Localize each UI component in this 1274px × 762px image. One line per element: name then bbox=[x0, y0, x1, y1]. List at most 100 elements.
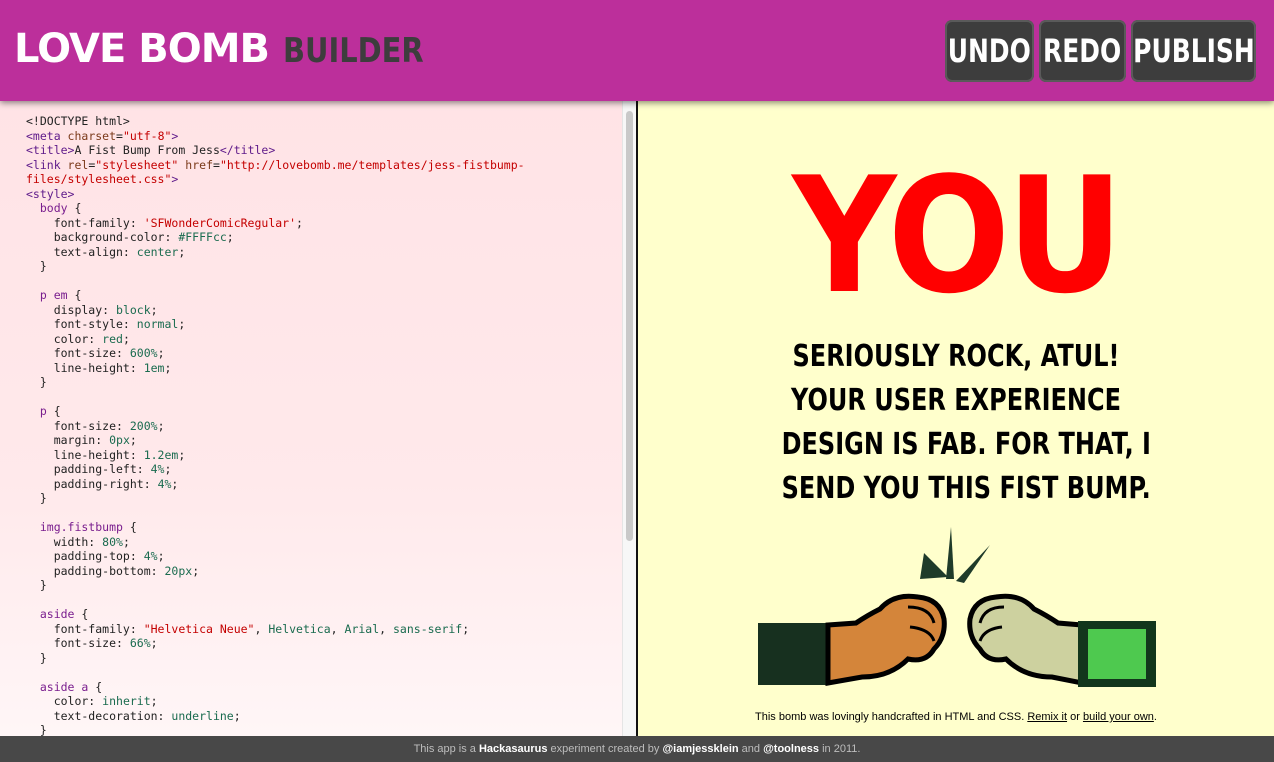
code-line[interactable]: body { bbox=[26, 201, 616, 216]
preview-headline: YOU bbox=[638, 141, 1274, 331]
code-line[interactable]: font-family: 'SFWonderComicRegular'; bbox=[26, 216, 616, 231]
code-line[interactable]: files/stylesheet.css"> bbox=[26, 172, 616, 187]
code-token: ; bbox=[171, 476, 179, 491]
code-token: <meta bbox=[26, 128, 68, 143]
code-token: = bbox=[213, 157, 220, 172]
code-line[interactable]: padding-top: 4%; bbox=[26, 549, 616, 564]
app-footer: This app is a Hackasaurus experiment cre… bbox=[0, 736, 1274, 762]
code-token: 200% bbox=[129, 418, 158, 433]
code-line[interactable] bbox=[26, 390, 616, 405]
code-line[interactable]: } bbox=[26, 259, 616, 274]
code-line[interactable]: text-decoration: underline; bbox=[26, 709, 616, 724]
code-line[interactable]: padding-right: 4%; bbox=[26, 477, 616, 492]
redo-button[interactable]: REDO bbox=[1039, 20, 1126, 82]
message-line: Seriously rock, Atul! bbox=[792, 339, 1120, 374]
code-token: } bbox=[26, 650, 47, 665]
code-token: Helvetica bbox=[268, 621, 331, 636]
code-line[interactable]: font-size: 200%; bbox=[26, 419, 616, 434]
code-line[interactable]: <title>A Fist Bump From Jess</title> bbox=[26, 143, 616, 158]
code-line[interactable] bbox=[26, 665, 616, 680]
remix-link[interactable]: Remix it bbox=[1027, 711, 1067, 723]
code-token: 1em bbox=[143, 360, 165, 375]
app-logo: LOVE BOMB BUILDER bbox=[14, 26, 448, 76]
pane-divider[interactable] bbox=[636, 101, 638, 736]
hackasaurus-link[interactable]: Hackasaurus bbox=[479, 743, 548, 755]
code-line[interactable]: } bbox=[26, 651, 616, 666]
code-line[interactable]: p em { bbox=[26, 288, 616, 303]
code-line[interactable]: font-size: 600%; bbox=[26, 346, 616, 361]
code-token: font-size: bbox=[26, 346, 130, 360]
code-token: 4% bbox=[143, 549, 158, 563]
code-token: text-align: bbox=[26, 244, 137, 259]
code-line[interactable]: padding-bottom: 20px; bbox=[26, 564, 616, 579]
code-token: red bbox=[102, 331, 123, 346]
code-token: ; bbox=[178, 244, 186, 259]
code-token: font-style: bbox=[26, 317, 137, 331]
code-token: ; bbox=[157, 549, 165, 563]
code-token: font-size: bbox=[26, 636, 130, 650]
code-line[interactable]: line-height: 1em; bbox=[26, 361, 616, 376]
publish-label: PUBLISH bbox=[1132, 32, 1255, 70]
code-token: aside a bbox=[26, 679, 96, 694]
editor-scrollbar-thumb[interactable] bbox=[626, 111, 633, 541]
logo-subtitle: BUILDER bbox=[282, 31, 424, 71]
code-line[interactable]: text-align: center; bbox=[26, 245, 616, 260]
code-line[interactable] bbox=[26, 593, 616, 608]
author-link[interactable]: @iamjessklein bbox=[662, 743, 738, 755]
code-token: ; bbox=[157, 346, 165, 360]
code-line[interactable]: <meta charset="utf-8"> bbox=[26, 129, 616, 144]
code-line[interactable]: margin: 0px; bbox=[26, 433, 616, 448]
left-sleeve bbox=[758, 623, 830, 685]
code-line[interactable]: <style> bbox=[26, 187, 616, 202]
code-line[interactable]: <!DOCTYPE html> bbox=[26, 114, 616, 129]
code-line[interactable]: padding-left: 4%; bbox=[26, 462, 616, 477]
code-token: { bbox=[81, 607, 89, 621]
code-line[interactable] bbox=[26, 506, 616, 521]
code-token: } bbox=[26, 723, 47, 736]
code-token: 80% bbox=[102, 534, 123, 549]
author-link[interactable]: @toolness bbox=[763, 743, 819, 755]
code-content[interactable]: <!DOCTYPE html> <meta charset="utf-8"> <ti… bbox=[26, 114, 616, 736]
code-line[interactable]: font-size: 66%; bbox=[26, 636, 616, 651]
code-line[interactable]: color: inherit; bbox=[26, 694, 616, 709]
code-token: "utf-8" bbox=[122, 128, 172, 143]
code-token: sans-serif bbox=[393, 621, 463, 636]
code-token: ; bbox=[192, 563, 200, 578]
left-fist bbox=[825, 593, 947, 686]
code-line[interactable]: <link rel="stylesheet" href="http://love… bbox=[26, 158, 616, 173]
code-line[interactable]: p { bbox=[26, 404, 616, 419]
code-token: ; bbox=[233, 708, 241, 723]
code-token: , bbox=[254, 621, 269, 636]
code-token: p em bbox=[26, 288, 75, 302]
code-line[interactable]: } bbox=[26, 375, 616, 390]
code-token: "Helvetica Neue" bbox=[143, 621, 255, 636]
code-line[interactable]: color: red; bbox=[26, 332, 616, 347]
code-token: files/stylesheet.css" bbox=[26, 172, 172, 186]
code-token: > bbox=[171, 172, 179, 186]
code-line[interactable]: font-family: "Helvetica Neue", Helvetica… bbox=[26, 622, 616, 637]
code-line[interactable]: line-height: 1.2em; bbox=[26, 448, 616, 463]
build-your-own-link[interactable]: build your own bbox=[1083, 711, 1154, 723]
code-line[interactable]: aside { bbox=[26, 607, 616, 622]
code-token: padding-bottom: bbox=[26, 563, 165, 578]
code-line[interactable]: } bbox=[26, 723, 616, 736]
undo-button[interactable]: UNDO bbox=[945, 20, 1034, 82]
publish-button[interactable]: PUBLISH bbox=[1131, 20, 1256, 82]
code-line[interactable]: } bbox=[26, 578, 616, 593]
right-sleeve-inner bbox=[1088, 629, 1146, 679]
message-line: send you this fist bump. bbox=[781, 471, 1151, 506]
code-line[interactable]: background-color: #FFFFcc; bbox=[26, 230, 616, 245]
code-line[interactable]: display: block; bbox=[26, 303, 616, 318]
code-editor[interactable]: <!DOCTYPE html> <meta charset="utf-8"> <ti… bbox=[0, 101, 636, 736]
code-line[interactable]: aside a { bbox=[26, 680, 616, 695]
code-line[interactable]: font-style: normal; bbox=[26, 317, 616, 332]
code-token: 0px bbox=[109, 433, 130, 447]
code-line[interactable]: width: 80%; bbox=[26, 535, 616, 550]
code-token: ; bbox=[157, 418, 165, 433]
code-token: 66% bbox=[129, 636, 151, 650]
code-line[interactable]: } bbox=[26, 491, 616, 506]
code-line[interactable]: img.fistbump { bbox=[26, 520, 616, 535]
code-token: { bbox=[74, 201, 82, 215]
code-line[interactable] bbox=[26, 274, 616, 289]
code-token: } bbox=[26, 578, 47, 592]
